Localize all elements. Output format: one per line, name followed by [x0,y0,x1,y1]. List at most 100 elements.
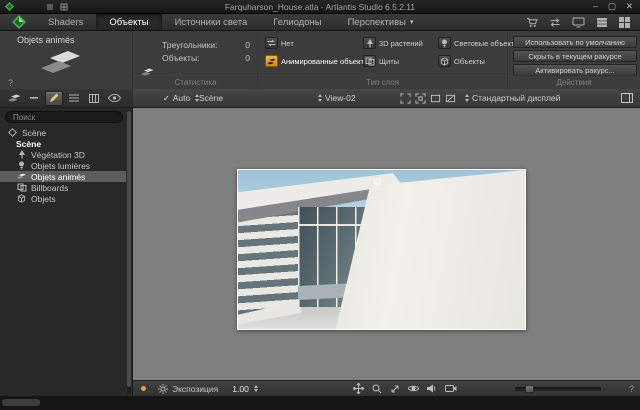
scene-icon [7,128,18,137]
tree-icon [16,150,27,159]
bulb-icon [16,161,27,170]
record-dot-icon[interactable] [141,386,146,391]
viewport-bottom-bar: Экспозиция 1.00 ? [133,380,640,396]
layer-type-objects[interactable]: Объекты [438,55,485,67]
scene-tree: Scène Scène Végétation 3D Objets lumière… [0,127,126,204]
tab-objects[interactable]: Объекты [96,14,162,30]
layer-type-label: Тип слоя [365,78,400,87]
camera-icon[interactable] [445,384,457,393]
none-icon [265,37,278,49]
tool-row: ✓ Auto Scène View-02 Стандартный дисплей [0,89,640,108]
list-tools [0,89,133,108]
help-link[interactable]: ? [8,78,13,88]
remove-tool-icon[interactable] [25,91,43,106]
artlantis-window: Farquharson_House.atla - Artlantis Studi… [0,0,640,410]
minimize-button[interactable]: – [593,1,598,12]
edit-pencil-icon[interactable] [45,90,63,106]
columns-view-icon[interactable] [85,91,103,106]
tree-item-light-objects[interactable]: Objets lumières [0,160,126,171]
cube-icon [16,194,27,203]
cube-icon [438,55,451,67]
close-button[interactable]: ✕ [626,1,633,12]
animated-objects-layers-icon [36,48,86,76]
transfer-icon[interactable] [549,17,561,28]
auto-toggle[interactable]: ✓ Auto [163,89,200,107]
orbit-icon[interactable] [408,384,419,393]
view-dropdown[interactable]: View-02 [316,89,356,107]
statistics-label: Статистика [174,78,217,87]
render-preview[interactable] [237,169,526,330]
animated-objects-icon [265,55,278,67]
grid-mini-icon[interactable] [60,3,68,11]
layer-type-plants[interactable]: 3D растений [363,37,423,49]
display-mode-dropdown[interactable]: Стандартный дисплей [463,89,560,107]
shop-icon[interactable] [526,17,538,28]
pan-icon[interactable] [353,383,364,394]
artlantis-logo-icon [12,15,26,29]
inspector-divider [134,75,640,76]
help-link[interactable]: ? [629,384,634,394]
tree-item-animated-objects[interactable]: Objets animés [0,171,126,182]
tree-item-scene[interactable]: Scène [0,138,126,149]
hide-in-current-view-button[interactable]: Скрыть в текущем ракурсе [513,50,637,62]
expand-view-icon[interactable] [400,92,411,104]
exposure-stepper[interactable] [253,384,258,393]
tree-item-objects[interactable]: Objets [0,193,126,204]
stat-objects: Объекты: 0 [162,53,250,63]
crop-view-icon[interactable] [445,93,456,104]
billboard-icon [16,183,27,192]
scene-dropdown[interactable]: Scène [199,89,223,107]
tree-item-scene-root[interactable]: Scène [0,127,126,138]
horizontal-scrollbar-thumb[interactable] [2,399,40,406]
house-render-image [238,170,525,329]
frame-view-icon[interactable] [430,93,441,104]
layers-small-icon [140,67,155,78]
bulb-icon [438,37,451,49]
inspector-title: Objets animés [17,35,75,45]
actions-section: Использовать по умолчанию Скрыть в текущ… [508,31,640,89]
use-by-default-button[interactable]: Использовать по умолчанию [513,36,637,48]
exposure-gear-icon[interactable] [158,383,168,394]
tree-item-vegetation[interactable]: Végétation 3D [0,149,126,160]
tab-shaders[interactable]: Shaders [35,14,96,30]
slider-thumb[interactable] [525,385,534,393]
catalog-icon[interactable] [596,17,608,28]
tree-scrollbar[interactable] [127,110,131,394]
layer-type-none[interactable]: Нет [265,37,294,49]
visibility-eye-icon[interactable] [105,91,123,106]
menu-lines-icon[interactable] [46,3,54,11]
tab-lights[interactable]: Источники света [162,14,261,30]
plant-icon [363,37,376,49]
actions-label: Действия [556,78,592,87]
maximize-button[interactable]: ▢ [608,1,616,12]
statistics-section: Треугольники: 0 Объекты: 0 Статистика [134,31,257,89]
search-input[interactable] [5,111,123,123]
viewport-toolbar: ✓ Auto Scène View-02 Стандартный дисплей [133,89,640,108]
scene-tree-panel: Scène Scène Végétation 3D Objets lumière… [0,108,133,396]
media-icon[interactable] [572,17,585,28]
titlebar[interactable]: Farquharson_House.atla - Artlantis Studi… [0,0,640,14]
layers-tool-icon[interactable] [5,91,23,106]
inspector-panel: Objets animés ? Треугольники: 0 Объекты: 0… [0,31,640,89]
exposure-value[interactable]: 1.00 [232,384,249,394]
panel-toggle-icon[interactable] [621,89,633,107]
grid-icon[interactable] [619,16,630,28]
tab-heliodons[interactable]: Гелиодоны [260,14,334,30]
chevron-down-icon[interactable]: ▾ [410,18,414,26]
layer-type-section: Нет Анимированные объекты 3D растений Щи… [257,31,520,89]
preview-viewport[interactable] [133,108,640,380]
tree-item-billboards[interactable]: Billboards [0,182,126,193]
audio-icon[interactable] [427,384,437,393]
billboard-icon [363,55,376,67]
list-view-icon[interactable] [65,91,83,106]
zoom-icon[interactable] [372,384,382,394]
artlantis-logo-icon [5,2,14,11]
fit-view-icon[interactable] [415,92,426,104]
layer-type-animated-objects[interactable]: Анимированные объекты [265,55,369,67]
layers-icon [16,172,27,181]
layer-type-billboards[interactable]: Щиты [363,55,399,67]
move-icon[interactable] [390,384,400,394]
tab-perspectives[interactable]: Перспективы ▾ [335,14,427,30]
scrollbar-thumb[interactable] [127,111,131,387]
zoom-slider[interactable] [515,385,601,393]
